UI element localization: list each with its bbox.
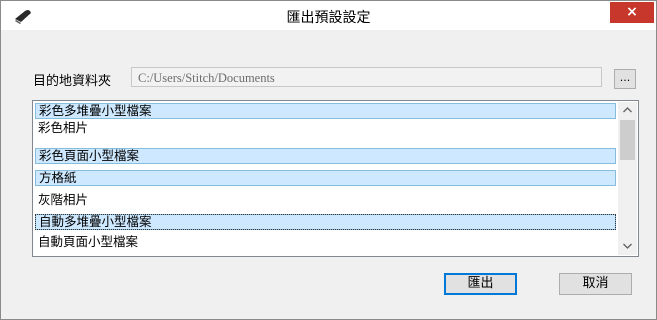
list-item[interactable]: 自動頁面小型檔案 xyxy=(35,234,616,250)
vertical-scrollbar[interactable] xyxy=(618,102,637,255)
scroll-down-arrow-icon[interactable] xyxy=(618,238,637,255)
close-icon: × xyxy=(626,4,638,20)
list-item[interactable]: 彩色頁面小型檔案 xyxy=(35,148,616,164)
close-button[interactable]: × xyxy=(610,2,654,23)
list-item[interactable]: 自動多堆疊小型檔案 xyxy=(35,214,616,230)
export-presets-dialog: 匯出預設設定 × 目的地資料夾 C:/Users/Stitch/Document… xyxy=(0,0,657,320)
export-button[interactable]: 匯出 xyxy=(444,273,517,295)
dialog-title: 匯出預設設定 xyxy=(286,10,371,26)
list-item[interactable]: 彩色相片 xyxy=(35,120,616,136)
destination-folder-field[interactable]: C:/Users/Stitch/Documents xyxy=(131,67,602,87)
list-item[interactable]: 方格紙 xyxy=(35,170,616,186)
title-bar: 匯出預設設定 × xyxy=(1,1,656,30)
cancel-button[interactable]: 取消 xyxy=(559,273,632,295)
destination-folder-label: 目的地資料夾 xyxy=(33,74,112,89)
browse-button[interactable]: ... xyxy=(614,69,636,89)
list-item[interactable]: 灰階相片 xyxy=(35,192,616,208)
scrollbar-thumb[interactable] xyxy=(620,120,635,160)
preset-list[interactable]: 彩色多堆疊小型檔案 彩色相片彩色頁面小型檔案 方格紙灰階相片自動多堆疊小型檔案 自動頁… xyxy=(32,100,639,257)
list-item[interactable]: 彩色多堆疊小型檔案 xyxy=(35,103,616,119)
scroll-up-arrow-icon[interactable] xyxy=(618,102,637,119)
